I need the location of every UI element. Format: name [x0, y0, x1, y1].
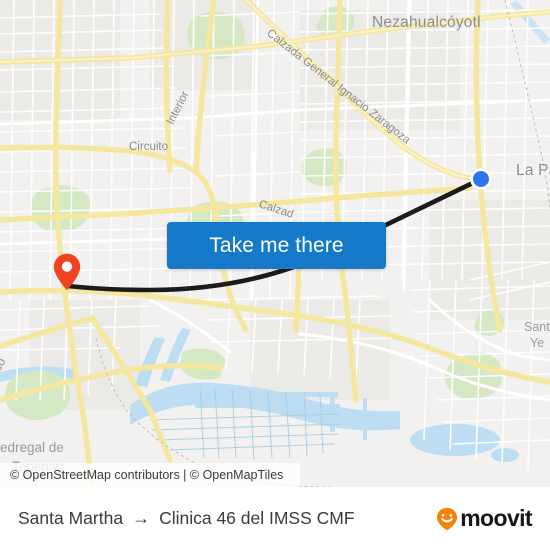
- footer-bar: Santa Martha → Clinica 46 del IMSS CMF m…: [0, 487, 550, 550]
- moovit-wordmark: moovit: [460, 505, 532, 531]
- moovit-logo[interactable]: moovit: [436, 505, 533, 531]
- destination-marker-pin[interactable]: [53, 253, 81, 291]
- map-canvas[interactable]: Nezahualcóyotl La Pa Circuito Interior C…: [0, 0, 550, 487]
- origin-marker-dot[interactable]: [470, 168, 492, 190]
- moovit-trip-map-card: Nezahualcóyotl La Pa Circuito Interior C…: [0, 0, 550, 550]
- route-destination-label: Clinica 46 del IMSS CMF: [159, 508, 355, 528]
- take-me-there-button[interactable]: Take me there: [167, 222, 386, 269]
- attribution-text: © OpenStreetMap contributors | © OpenMap…: [10, 468, 284, 482]
- map-attribution: © OpenStreetMap contributors | © OpenMap…: [0, 463, 300, 487]
- moovit-pin-icon: [437, 507, 458, 530]
- route-summary: Santa Martha → Clinica 46 del IMSS CMF: [18, 508, 355, 529]
- arrow-right-icon: →: [132, 507, 151, 528]
- route-origin-label: Santa Martha: [18, 508, 124, 528]
